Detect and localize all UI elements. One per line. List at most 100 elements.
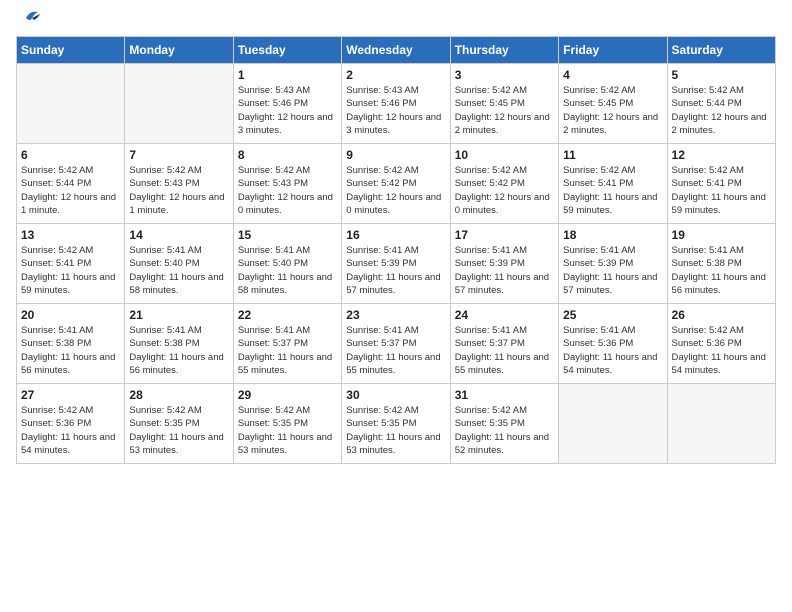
- calendar-cell: 13 Sunrise: 5:42 AM Sunset: 5:41 PM Dayli…: [17, 224, 125, 304]
- day-number: 25: [563, 308, 662, 322]
- day-info: Sunrise: 5:42 AM Sunset: 5:35 PM Dayligh…: [346, 404, 445, 457]
- day-info: Sunrise: 5:41 AM Sunset: 5:39 PM Dayligh…: [563, 244, 662, 297]
- calendar-week-row: 1Sunrise: 5:43 AM Sunset: 5:46 PM Daylig…: [17, 64, 776, 144]
- day-number: 31: [455, 388, 554, 402]
- calendar-cell: 12 Sunrise: 5:42 AM Sunset: 5:41 PM Dayli…: [667, 144, 775, 224]
- calendar-cell: 8 Sunrise: 5:42 AM Sunset: 5:43 PM Daylig…: [233, 144, 341, 224]
- day-info: Sunrise: 5:42 AM Sunset: 5:41 PM Dayligh…: [672, 164, 771, 217]
- day-number: 21: [129, 308, 228, 322]
- calendar-cell: [667, 384, 775, 464]
- calendar-cell: 24 Sunrise: 5:41 AM Sunset: 5:37 PM Dayli…: [450, 304, 558, 384]
- day-info: Sunrise: 5:41 AM Sunset: 5:38 PM Dayligh…: [672, 244, 771, 297]
- day-info: Sunrise: 5:41 AM Sunset: 5:37 PM Dayligh…: [346, 324, 445, 377]
- day-info: Sunrise: 5:42 AM Sunset: 5:43 PM Dayligh…: [129, 164, 228, 217]
- day-number: 9: [346, 148, 445, 162]
- header-wednesday: Wednesday: [342, 37, 450, 64]
- calendar-header-row: SundayMondayTuesdayWednesdayThursdayFrid…: [17, 37, 776, 64]
- day-number: 28: [129, 388, 228, 402]
- day-number: 15: [238, 228, 337, 242]
- calendar-cell: 2Sunrise: 5:43 AM Sunset: 5:46 PM Daylig…: [342, 64, 450, 144]
- calendar-cell: 30 Sunrise: 5:42 AM Sunset: 5:35 PM Dayli…: [342, 384, 450, 464]
- calendar-week-row: 13 Sunrise: 5:42 AM Sunset: 5:41 PM Dayli…: [17, 224, 776, 304]
- header-thursday: Thursday: [450, 37, 558, 64]
- calendar-cell: 27 Sunrise: 5:42 AM Sunset: 5:36 PM Dayli…: [17, 384, 125, 464]
- day-number: 24: [455, 308, 554, 322]
- header-saturday: Saturday: [667, 37, 775, 64]
- day-number: 14: [129, 228, 228, 242]
- day-info: Sunrise: 5:42 AM Sunset: 5:45 PM Dayligh…: [563, 84, 662, 137]
- calendar-cell: 26 Sunrise: 5:42 AM Sunset: 5:36 PM Dayli…: [667, 304, 775, 384]
- header-monday: Monday: [125, 37, 233, 64]
- day-number: 19: [672, 228, 771, 242]
- day-number: 3: [455, 68, 554, 82]
- day-number: 1: [238, 68, 337, 82]
- calendar-cell: 31 Sunrise: 5:42 AM Sunset: 5:35 PM Dayli…: [450, 384, 558, 464]
- day-number: 8: [238, 148, 337, 162]
- day-number: 30: [346, 388, 445, 402]
- calendar-cell: 4 Sunrise: 5:42 AM Sunset: 5:45 PM Daylig…: [559, 64, 667, 144]
- calendar-cell: 6 Sunrise: 5:42 AM Sunset: 5:44 PM Daylig…: [17, 144, 125, 224]
- calendar-cell: 28 Sunrise: 5:42 AM Sunset: 5:35 PM Dayli…: [125, 384, 233, 464]
- calendar-week-row: 27 Sunrise: 5:42 AM Sunset: 5:36 PM Dayli…: [17, 384, 776, 464]
- day-number: 12: [672, 148, 771, 162]
- calendar-cell: 10 Sunrise: 5:42 AM Sunset: 5:42 PM Dayli…: [450, 144, 558, 224]
- day-info: Sunrise: 5:42 AM Sunset: 5:41 PM Dayligh…: [563, 164, 662, 217]
- day-info: Sunrise: 5:41 AM Sunset: 5:39 PM Dayligh…: [455, 244, 554, 297]
- day-info: Sunrise: 5:41 AM Sunset: 5:39 PM Dayligh…: [346, 244, 445, 297]
- calendar-cell: 20Sunrise: 5:41 AM Sunset: 5:38 PM Dayli…: [17, 304, 125, 384]
- calendar-cell: 14 Sunrise: 5:41 AM Sunset: 5:40 PM Dayli…: [125, 224, 233, 304]
- day-info: Sunrise: 5:42 AM Sunset: 5:35 PM Dayligh…: [129, 404, 228, 457]
- day-number: 29: [238, 388, 337, 402]
- day-number: 17: [455, 228, 554, 242]
- header-sunday: Sunday: [17, 37, 125, 64]
- day-info: Sunrise: 5:42 AM Sunset: 5:36 PM Dayligh…: [21, 404, 120, 457]
- day-info: Sunrise: 5:42 AM Sunset: 5:44 PM Dayligh…: [672, 84, 771, 137]
- day-info: Sunrise: 5:42 AM Sunset: 5:42 PM Dayligh…: [346, 164, 445, 217]
- day-info: Sunrise: 5:42 AM Sunset: 5:44 PM Dayligh…: [21, 164, 120, 217]
- day-info: Sunrise: 5:41 AM Sunset: 5:36 PM Dayligh…: [563, 324, 662, 377]
- day-info: Sunrise: 5:42 AM Sunset: 5:35 PM Dayligh…: [455, 404, 554, 457]
- day-number: 18: [563, 228, 662, 242]
- day-number: 4: [563, 68, 662, 82]
- day-info: Sunrise: 5:41 AM Sunset: 5:37 PM Dayligh…: [455, 324, 554, 377]
- day-info: Sunrise: 5:42 AM Sunset: 5:36 PM Dayligh…: [672, 324, 771, 377]
- logo: [16, 16, 40, 26]
- calendar-cell: 15 Sunrise: 5:41 AM Sunset: 5:40 PM Dayli…: [233, 224, 341, 304]
- calendar-cell: [17, 64, 125, 144]
- day-info: Sunrise: 5:41 AM Sunset: 5:40 PM Dayligh…: [129, 244, 228, 297]
- day-number: 2: [346, 68, 445, 82]
- calendar-cell: 16 Sunrise: 5:41 AM Sunset: 5:39 PM Dayli…: [342, 224, 450, 304]
- calendar-cell: 5 Sunrise: 5:42 AM Sunset: 5:44 PM Daylig…: [667, 64, 775, 144]
- day-info: Sunrise: 5:42 AM Sunset: 5:45 PM Dayligh…: [455, 84, 554, 137]
- calendar-cell: 19 Sunrise: 5:41 AM Sunset: 5:38 PM Dayli…: [667, 224, 775, 304]
- calendar-cell: 1Sunrise: 5:43 AM Sunset: 5:46 PM Daylig…: [233, 64, 341, 144]
- day-info: Sunrise: 5:42 AM Sunset: 5:41 PM Dayligh…: [21, 244, 120, 297]
- day-number: 26: [672, 308, 771, 322]
- calendar-cell: 29 Sunrise: 5:42 AM Sunset: 5:35 PM Dayli…: [233, 384, 341, 464]
- day-info: Sunrise: 5:41 AM Sunset: 5:38 PM Dayligh…: [129, 324, 228, 377]
- calendar-cell: 18 Sunrise: 5:41 AM Sunset: 5:39 PM Dayli…: [559, 224, 667, 304]
- calendar-table: SundayMondayTuesdayWednesdayThursdayFrid…: [16, 36, 776, 464]
- calendar-cell: 25 Sunrise: 5:41 AM Sunset: 5:36 PM Dayli…: [559, 304, 667, 384]
- day-number: 16: [346, 228, 445, 242]
- day-number: 7: [129, 148, 228, 162]
- logo-bird-icon: [18, 8, 40, 26]
- day-number: 23: [346, 308, 445, 322]
- header: [16, 16, 776, 26]
- day-number: 6: [21, 148, 120, 162]
- calendar-cell: 11 Sunrise: 5:42 AM Sunset: 5:41 PM Dayli…: [559, 144, 667, 224]
- day-info: Sunrise: 5:42 AM Sunset: 5:42 PM Dayligh…: [455, 164, 554, 217]
- day-number: 27: [21, 388, 120, 402]
- header-friday: Friday: [559, 37, 667, 64]
- calendar-week-row: 20 Sunrise: 5:41 AM Sunset: 5:38 PM Dayli…: [17, 304, 776, 384]
- day-number: 20: [21, 308, 120, 322]
- day-number: 5: [672, 68, 771, 82]
- day-info: Sunrise: 5:42 AM Sunset: 5:35 PM Dayligh…: [238, 404, 337, 457]
- day-info: Sunrise: 5:42 AM Sunset: 5:43 PM Dayligh…: [238, 164, 337, 217]
- day-number: 13: [21, 228, 120, 242]
- day-number: 10: [455, 148, 554, 162]
- day-info: Sunrise: 5:41 AM Sunset: 5:40 PM Dayligh…: [238, 244, 337, 297]
- day-number: 11: [563, 148, 662, 162]
- calendar-cell: 9 Sunrise: 5:42 AM Sunset: 5:42 PM Daylig…: [342, 144, 450, 224]
- header-tuesday: Tuesday: [233, 37, 341, 64]
